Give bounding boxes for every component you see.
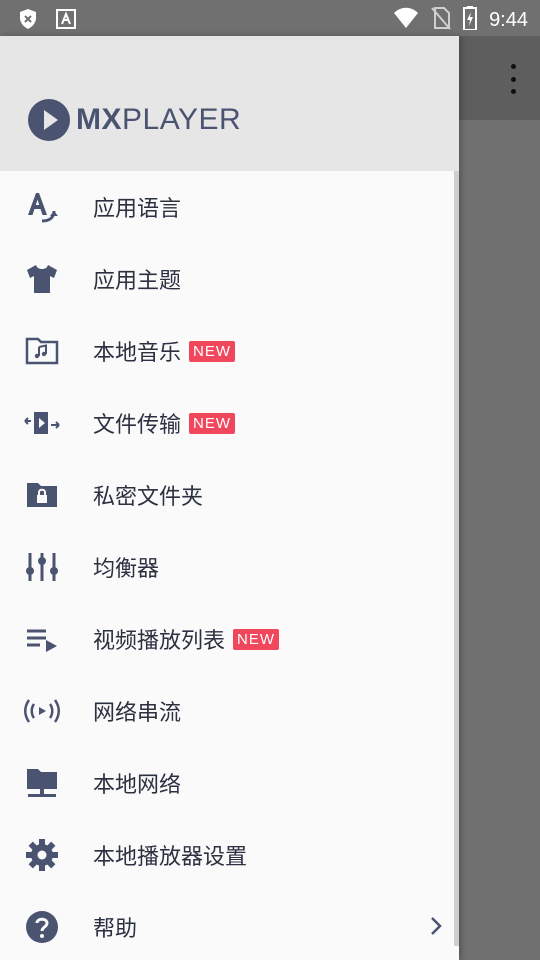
menu-item-video-playlist[interactable]: 视频播放列表 NEW (0, 603, 459, 675)
menu-item-label: 视频播放列表 (93, 629, 226, 654)
menu-item-player-settings[interactable]: 本地播放器设置 (0, 819, 459, 891)
status-bar: 9:44 (0, 0, 540, 36)
drawer-menu: 应用语言 应用主题 本地音乐 NEW 文件传输 NEW 私密文件夹 均衡器 视频… (0, 171, 459, 960)
help-icon (24, 909, 60, 945)
menu-item-label: 私密文件夹 (93, 485, 204, 510)
playlist-icon (24, 621, 60, 657)
menu-item-label: 帮助 (93, 917, 138, 942)
stream-icon (24, 693, 60, 729)
menu-item-help[interactable]: 帮助 (0, 891, 459, 960)
overflow-menu-icon[interactable] (506, 64, 520, 94)
wifi-icon (393, 7, 419, 33)
menu-item-local-network[interactable]: 本地网络 (0, 747, 459, 819)
equalizer-icon (24, 549, 60, 585)
file-transfer-icon (24, 405, 60, 441)
menu-item-label: 网络串流 (93, 701, 182, 726)
drawer-header: MXPLAYER (0, 36, 459, 171)
clock: 9:44 (489, 8, 528, 31)
menu-item-label: 应用主题 (93, 269, 182, 294)
menu-item-label: 均衡器 (93, 557, 160, 582)
menu-item-local-music[interactable]: 本地音乐 NEW (0, 315, 459, 387)
new-badge: NEW (189, 412, 236, 434)
menu-item-label: 文件传输 (93, 413, 182, 438)
menu-item-label: 本地播放器设置 (93, 845, 248, 870)
lock-folder-icon (24, 477, 60, 513)
network-folder-icon (24, 765, 60, 801)
gear-icon (24, 837, 60, 873)
translate-icon (24, 189, 60, 225)
menu-item-network-stream[interactable]: 网络串流 (0, 675, 459, 747)
menu-item-private-folder[interactable]: 私密文件夹 (0, 459, 459, 531)
no-sim-icon (431, 6, 451, 34)
new-badge: NEW (189, 340, 236, 362)
menu-item-equalizer[interactable]: 均衡器 (0, 531, 459, 603)
menu-item-file-transfer[interactable]: 文件传输 NEW (0, 387, 459, 459)
chevron-right-icon (429, 915, 443, 941)
keyboard-a-icon (56, 9, 76, 33)
battery-charging-icon (463, 6, 478, 34)
menu-item-app-theme[interactable]: 应用主题 (0, 243, 459, 315)
shield-x-icon (18, 8, 38, 34)
logo-player: PLAYER (122, 103, 242, 136)
menu-item-label: 应用语言 (93, 197, 182, 222)
navigation-drawer: MXPLAYER 应用语言 应用主题 本地音乐 NEW 文件传输 NEW 私密文… (0, 36, 459, 960)
menu-item-app-language[interactable]: 应用语言 (0, 171, 459, 243)
menu-item-label: 本地网络 (93, 773, 182, 798)
menu-item-label: 本地音乐 (93, 341, 182, 366)
new-badge: NEW (233, 628, 280, 650)
tshirt-icon (24, 261, 60, 297)
logo-mx: MX (76, 103, 122, 136)
music-folder-icon (24, 333, 60, 369)
mx-player-logo: MXPLAYER (28, 99, 241, 141)
play-logo-icon (28, 99, 70, 141)
